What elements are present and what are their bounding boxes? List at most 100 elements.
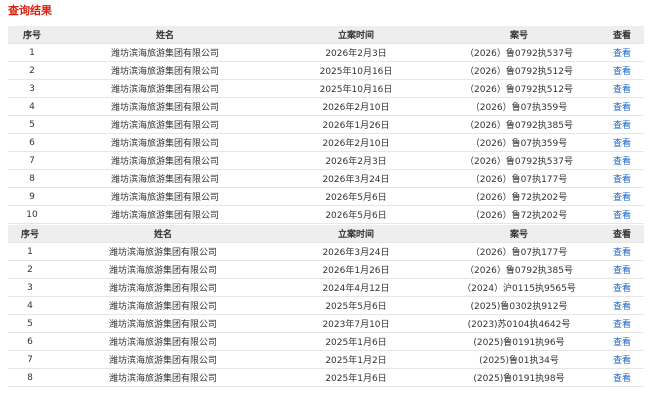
cell-case-number: （2026）鲁07执359号 — [438, 97, 600, 116]
cell-seq: 1 — [8, 43, 56, 62]
query-results-page: 查询结果 序号 姓名 立案时间 案号 查看 1 潍坊滨海旅游集团有限公司 2026年… — [0, 0, 650, 403]
table-row: 5 潍坊滨海旅游集团有限公司 2026年1月26日 （2026）鲁0792执385号查… — [8, 115, 644, 134]
cell-case-number: (2025)鲁01执34号 — [438, 350, 600, 369]
view-link[interactable]: 查看 — [600, 79, 644, 98]
view-link[interactable]: 查看 — [600, 133, 644, 152]
cell-name: 潍坊滨海旅游集团有限公司 — [56, 169, 274, 188]
table-row: 7 潍坊滨海旅游集团有限公司 2025年1月2日 (2025)鲁01执34号 查看 — [8, 350, 644, 369]
table-row: 3 潍坊滨海旅游集团有限公司 2025年10月16日 （2026）鲁0792执512号… — [8, 79, 644, 98]
cell-case-number: （2026）鲁72执202号 — [438, 187, 600, 206]
cell-seq: 2 — [8, 260, 52, 279]
cell-case-number: (2025)鲁0302执912号 — [438, 296, 600, 315]
cell-case-number: (2025)鲁0191执96号 — [438, 332, 600, 351]
cell-filing-date: 2025年1月6日 — [274, 332, 438, 351]
view-link[interactable]: 查看 — [600, 43, 644, 62]
cell-seq: 4 — [8, 296, 52, 315]
header-case-number: 案号 — [438, 26, 600, 44]
cell-filing-date: 2026年3月24日 — [274, 242, 438, 261]
cell-seq: 3 — [8, 278, 52, 297]
header-filing-date: 立案时间 — [274, 225, 438, 243]
cell-seq: 1 — [8, 242, 52, 261]
view-link[interactable]: 查看 — [600, 151, 644, 170]
view-link[interactable]: 查看 — [600, 205, 644, 224]
cell-filing-date: 2026年1月26日 — [274, 260, 438, 279]
cell-case-number: （2026）鲁0792执512号 — [438, 61, 600, 80]
header-name: 姓名 — [56, 26, 274, 44]
cell-case-number: （2024）沪0115执9565号 — [438, 278, 600, 297]
cell-case-number: （2026）鲁07执177号 — [438, 169, 600, 188]
cell-name: 潍坊滨海旅游集团有限公司 — [56, 187, 274, 206]
cell-filing-date: 2025年1月2日 — [274, 350, 438, 369]
cell-filing-date: 2026年3月24日 — [274, 169, 438, 188]
table-row: 6 潍坊滨海旅游集团有限公司 2025年1月6日 (2025)鲁0191执96号 查看 — [8, 332, 644, 351]
view-link[interactable]: 查看 — [600, 61, 644, 80]
cell-filing-date: 2024年4月12日 — [274, 278, 438, 297]
view-link[interactable]: 查看 — [600, 242, 644, 261]
cell-name: 潍坊滨海旅游集团有限公司 — [56, 205, 274, 224]
view-link[interactable]: 查看 — [600, 314, 644, 333]
cell-name: 潍坊滨海旅游集团有限公司 — [56, 61, 274, 80]
header-view: 查看 — [600, 225, 644, 243]
cell-case-number: (2025)鲁0191执98号 — [438, 368, 600, 387]
table-row: 1 潍坊滨海旅游集团有限公司 2026年3月24日 （2026）鲁07执177号 查看 — [8, 242, 644, 261]
view-link[interactable]: 查看 — [600, 187, 644, 206]
cell-name: 潍坊滨海旅游集团有限公司 — [52, 242, 274, 261]
cell-case-number: （2026）鲁0792执512号 — [438, 79, 600, 98]
cell-seq: 10 — [8, 205, 56, 224]
cell-seq: 5 — [8, 115, 56, 134]
cell-seq: 8 — [8, 368, 52, 387]
table-row: 7 潍坊滨海旅游集团有限公司 2026年2月3日 （2026）鲁0792执537号 查看 — [8, 151, 644, 170]
cell-name: 潍坊滨海旅游集团有限公司 — [56, 151, 274, 170]
cell-case-number: （2026）鲁07执177号 — [438, 242, 600, 261]
cell-name: 潍坊滨海旅游集团有限公司 — [52, 332, 274, 351]
cell-filing-date: 2025年10月16日 — [274, 79, 438, 98]
header-seq: 序号 — [8, 225, 52, 243]
cell-case-number: （2026）鲁0792执537号 — [438, 43, 600, 62]
header-filing-date: 立案时间 — [274, 26, 438, 44]
cell-filing-date: 2026年5月6日 — [274, 187, 438, 206]
table-row: 8 潍坊滨海旅游集团有限公司 2025年1月6日 (2025)鲁0191执98号 查看 — [8, 368, 644, 387]
view-link[interactable]: 查看 — [600, 368, 644, 387]
cell-case-number: （2026）鲁72执202号 — [438, 205, 600, 224]
cell-case-number: （2026）鲁0792执385号 — [438, 260, 600, 279]
table-row: 2 潍坊滨海旅游集团有限公司 2025年10月16日 （2026）鲁0792执512号… — [8, 61, 644, 80]
cell-name: 潍坊滨海旅游集团有限公司 — [56, 43, 274, 62]
cell-seq: 4 — [8, 97, 56, 116]
cell-name: 潍坊滨海旅游集团有限公司 — [52, 296, 274, 315]
cell-name: 潍坊滨海旅游集团有限公司 — [52, 314, 274, 333]
view-link[interactable]: 查看 — [600, 350, 644, 369]
table-row: 9 潍坊滨海旅游集团有限公司 2026年5月6日 （2026）鲁72执202号 查看 — [8, 187, 644, 206]
cell-seq: 2 — [8, 61, 56, 80]
cell-name: 潍坊滨海旅游集团有限公司 — [56, 133, 274, 152]
cell-name: 潍坊滨海旅游集团有限公司 — [52, 260, 274, 279]
cell-case-number: （2026）鲁0792执385号 — [438, 115, 600, 134]
header-view: 查看 — [600, 26, 644, 44]
cell-seq: 3 — [8, 79, 56, 98]
cell-seq: 5 — [8, 314, 52, 333]
cell-filing-date: 2025年5月6日 — [274, 296, 438, 315]
table-row: 4 潍坊滨海旅游集团有限公司 2026年2月10日 （2026）鲁07执359号 查看 — [8, 97, 644, 116]
view-link[interactable]: 查看 — [600, 260, 644, 279]
cell-filing-date: 2026年5月6日 — [274, 205, 438, 224]
view-link[interactable]: 查看 — [600, 296, 644, 315]
view-link[interactable]: 查看 — [600, 169, 644, 188]
cell-seq: 9 — [8, 187, 56, 206]
cell-seq: 6 — [8, 133, 56, 152]
cell-case-number: (2023)苏0104执4642号 — [438, 314, 600, 333]
cell-filing-date: 2026年2月3日 — [274, 43, 438, 62]
table-row: 6 潍坊滨海旅游集团有限公司 2026年2月10日 （2026）鲁07执359号 查看 — [8, 133, 644, 152]
table-header-row: 序号 姓名 立案时间 案号 查看 — [8, 225, 644, 243]
view-link[interactable]: 查看 — [600, 332, 644, 351]
cell-name: 潍坊滨海旅游集团有限公司 — [52, 278, 274, 297]
view-link[interactable]: 查看 — [600, 115, 644, 134]
cell-name: 潍坊滨海旅游集团有限公司 — [56, 97, 274, 116]
table-row: 4 潍坊滨海旅游集团有限公司 2025年5月6日 (2025)鲁0302执912号 查看 — [8, 296, 644, 315]
cell-filing-date: 2023年7月10日 — [274, 314, 438, 333]
view-link[interactable]: 查看 — [600, 97, 644, 116]
cell-name: 潍坊滨海旅游集团有限公司 — [52, 350, 274, 369]
view-link[interactable]: 查看 — [600, 278, 644, 297]
header-seq: 序号 — [8, 26, 56, 44]
table-header-row: 序号 姓名 立案时间 案号 查看 — [8, 26, 644, 44]
cell-filing-date: 2025年1月6日 — [274, 368, 438, 387]
cell-filing-date: 2026年2月10日 — [274, 133, 438, 152]
